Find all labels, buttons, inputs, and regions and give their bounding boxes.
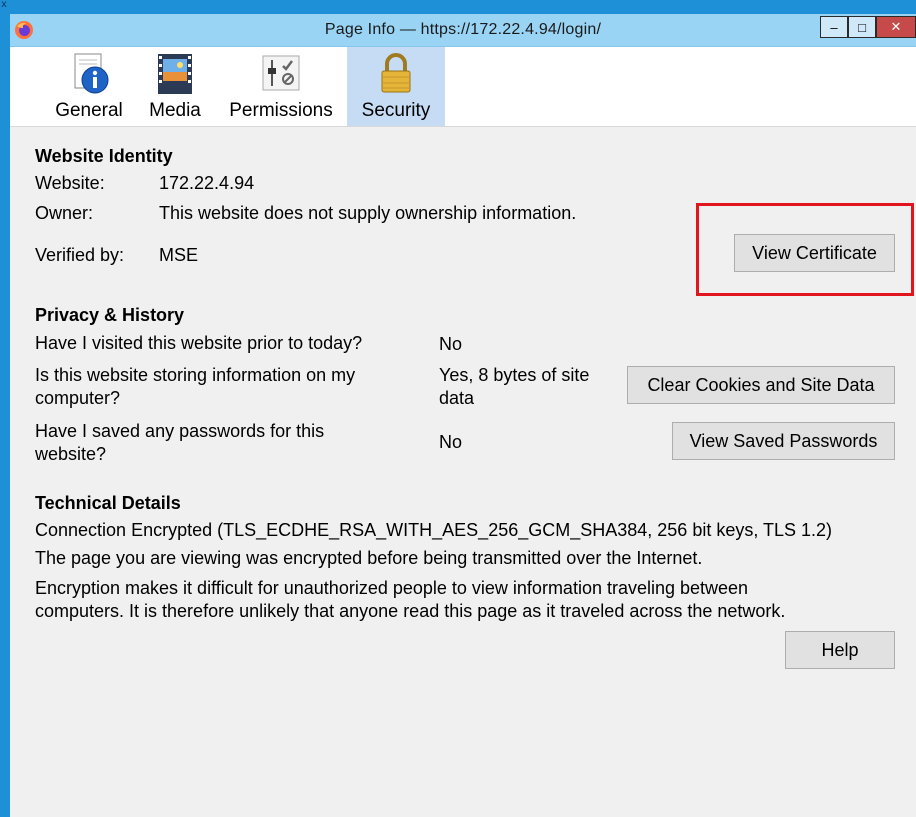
visited-answer: No [439, 334, 463, 354]
tab-general[interactable]: General [52, 47, 126, 126]
technical-details-heading: Technical Details [35, 493, 181, 513]
verified-by-value: MSE [159, 245, 199, 265]
window-title: Page Info — https://172.22.4.94/login/ [324, 21, 602, 38]
tab-media[interactable]: Media [144, 47, 206, 126]
passwords-question-line2: website? [35, 444, 107, 464]
tab-permissions[interactable]: Permissions [224, 47, 338, 126]
storing-answer-line2: data [439, 388, 475, 408]
help-button[interactable]: Help [785, 631, 895, 669]
close-button[interactable]: ✕ [876, 16, 916, 38]
passwords-question-line1: Have I saved any passwords for this [35, 421, 325, 441]
storing-question-line1: Is this website storing information on m… [35, 365, 356, 385]
view-saved-passwords-button[interactable]: View Saved Passwords [672, 422, 895, 460]
verified-by-label: Verified by: [35, 245, 125, 265]
tab-permissions-label: Permissions [229, 100, 333, 121]
encryption-explanation-line1: Encryption makes it difficult for unauth… [35, 578, 749, 598]
desktop-edge-top [0, 0, 916, 14]
tab-security[interactable]: Security [347, 47, 445, 126]
connection-encrypted-text: Connection Encrypted (TLS_ECDHE_RSA_WITH… [35, 520, 833, 540]
tab-strip: General Media Permissions Security [10, 47, 916, 127]
encrypted-before-transmit-text: The page you are viewing was encrypted b… [35, 548, 703, 568]
desktop-edge-left [0, 0, 10, 817]
passwords-answer: No [439, 432, 463, 452]
lock-icon [381, 53, 411, 93]
tab-media-label: Media [149, 100, 201, 121]
clear-cookies-button[interactable]: Clear Cookies and Site Data [627, 366, 895, 404]
privacy-history-heading: Privacy & History [35, 305, 185, 325]
desktop-corner-glyph: x [1, 0, 7, 10]
storing-question-line2: computer? [35, 388, 121, 408]
website-label: Website: [35, 173, 105, 193]
media-icon [158, 54, 192, 94]
encryption-explanation-line2: computers. It is therefore unlikely that… [35, 601, 786, 621]
website-value: 172.22.4.94 [159, 173, 255, 193]
maximize-button[interactable]: □ [848, 16, 876, 38]
info-icon [74, 53, 109, 94]
website-identity-heading: Website Identity [35, 146, 173, 166]
tab-security-label: Security [361, 100, 431, 121]
owner-value: This website does not supply ownership i… [159, 203, 577, 223]
storing-answer-line1: Yes, 8 bytes of site [439, 365, 590, 385]
visited-question: Have I visited this website prior to tod… [35, 333, 363, 353]
title-bar[interactable]: Page Info — https://172.22.4.94/login/ –… [10, 14, 916, 47]
owner-label: Owner: [35, 203, 94, 223]
minimize-button[interactable]: – [820, 16, 848, 38]
tab-general-label: General [55, 100, 123, 121]
highlight-box [696, 203, 914, 296]
permissions-icon [262, 55, 300, 91]
